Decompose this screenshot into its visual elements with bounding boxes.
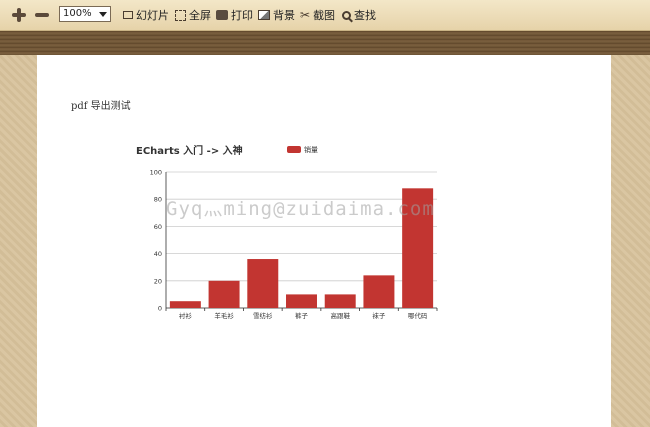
bar [363, 275, 395, 308]
y-tick-label: 60 [154, 223, 162, 231]
print-button[interactable]: 打印 [216, 6, 253, 24]
zoom-out-button[interactable] [33, 6, 51, 24]
print-icon [216, 10, 228, 20]
y-tick-label: 20 [154, 277, 162, 285]
screenshot-button[interactable]: ✂ 截图 [300, 6, 335, 24]
screenshot-label: 截图 [313, 9, 336, 22]
fullscreen-label: 全屏 [189, 9, 211, 22]
zoom-select[interactable]: 100% [59, 6, 111, 22]
viewer-toolbar: 100% 幻灯片 全屏 打印 背景 ✂ 截图 查找 [0, 0, 650, 31]
fullscreen-button[interactable]: 全屏 [175, 6, 211, 24]
chart-title: ECharts 入门 -> 入神 [136, 144, 243, 157]
document-page: pdf 导出测试 ECharts 入门 -> 入神 销量 0 20 40 60 80 10… [37, 55, 611, 427]
watermark-text: Gyq灬ming@zuidaima.com [166, 198, 435, 220]
x-tick-label: 哪代码 [408, 311, 428, 320]
bar [208, 280, 240, 308]
background-icon [258, 10, 270, 20]
x-tick-label: 衬衫 [179, 311, 193, 320]
slideshow-button[interactable]: 幻灯片 [123, 6, 169, 24]
zoom-value: 100% [63, 8, 92, 19]
bar-chart: ECharts 入门 -> 入神 销量 0 20 40 60 80 100 衬衫 羊毛衫 雪纺衫… [136, 144, 438, 320]
background-label: 背景 [273, 9, 295, 22]
left-margin-panel [0, 55, 37, 427]
bar [169, 301, 201, 308]
x-tick-label: 羊毛衫 [214, 311, 234, 320]
bar [324, 294, 356, 308]
chart-plot-area: 0 20 40 60 80 100 衬衫 羊毛衫 雪纺衫 裤子 高跟鞋 袜子 哪代码 [150, 169, 438, 320]
right-margin-panel [611, 55, 650, 427]
x-tick-label: 袜子 [372, 311, 386, 320]
scissors-icon: ✂ [300, 8, 311, 22]
y-tick-label: 40 [154, 250, 162, 258]
search-icon [342, 10, 351, 20]
chevron-down-icon [99, 12, 107, 17]
y-tick-label: 100 [150, 169, 162, 177]
fullscreen-icon [175, 9, 186, 21]
x-tick-label: 裤子 [295, 311, 309, 320]
legend-label: 销量 [304, 145, 318, 154]
slideshow-label: 幻灯片 [136, 9, 169, 22]
print-label: 打印 [231, 9, 253, 22]
bar [286, 294, 317, 308]
legend-swatch [287, 146, 301, 153]
bar [247, 259, 279, 308]
y-tick-label: 80 [154, 196, 162, 204]
x-tick-label: 雪纺衫 [253, 311, 273, 320]
find-button[interactable]: 查找 [342, 6, 376, 24]
background-button[interactable]: 背景 [258, 6, 295, 24]
zoom-in-button[interactable] [10, 6, 28, 24]
find-label: 查找 [354, 9, 376, 22]
y-tick-label: 0 [158, 305, 162, 313]
x-tick-label: 高跟鞋 [330, 311, 350, 320]
slideshow-icon [123, 11, 133, 19]
wood-strip [0, 31, 650, 55]
